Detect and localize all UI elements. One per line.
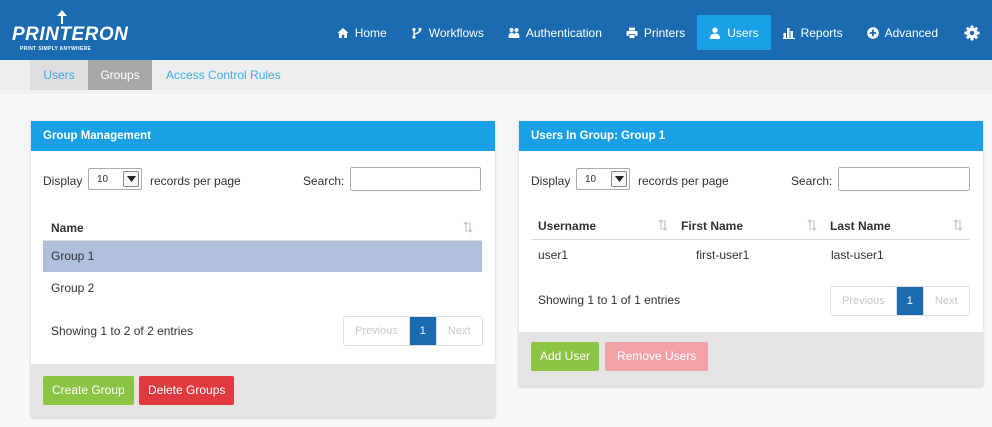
page-size-select[interactable]: 10	[88, 168, 142, 190]
add-user-button[interactable]: Add User	[531, 342, 600, 371]
table-row[interactable]: user1 first-user1 last-user1	[531, 239, 970, 271]
create-group-button[interactable]: Create Group	[43, 376, 134, 405]
dropdown-arrow	[123, 171, 139, 187]
plus-circle-icon	[866, 26, 879, 39]
logo-mark-icon	[57, 10, 67, 24]
delete-groups-button[interactable]: Delete Groups	[139, 376, 235, 405]
nav-reports-label: Reports	[800, 25, 843, 40]
users-in-group-panel: Users In Group: Group 1 Display 10 recor…	[519, 121, 983, 386]
logo-tagline: PRINT SIMPLY ANYWHERE	[20, 46, 92, 52]
next-page-button[interactable]: Next	[435, 317, 482, 345]
users-search-input[interactable]	[838, 167, 970, 191]
users-panel-footer: Add User Remove Users	[519, 332, 983, 386]
name-column-header[interactable]: Name	[51, 221, 84, 235]
settings-button[interactable]	[950, 15, 992, 50]
sort-icon[interactable]	[463, 221, 473, 233]
username-cell: user1	[538, 248, 569, 262]
table-info: Showing 1 to 2 of 2 entries	[51, 324, 194, 338]
display-label: Display	[531, 174, 571, 188]
nav-printers-label: Printers	[643, 25, 686, 40]
remove-users-button[interactable]: Remove Users	[605, 342, 709, 371]
display-label: Display	[43, 174, 83, 188]
records-per-page-label: records per page	[638, 174, 729, 188]
nav-authentication-label: Authentication	[525, 25, 602, 40]
records-per-page-label: records per page	[150, 174, 241, 188]
caret-down-icon	[127, 176, 136, 182]
previous-page-button[interactable]: Previous	[831, 287, 897, 315]
logo-wordmark: PRINTERON	[12, 24, 129, 45]
sort-icon[interactable]	[807, 219, 817, 231]
dropdown-arrow	[611, 171, 627, 187]
group-management-panel: Group Management Display 10 records per …	[31, 121, 495, 417]
tab-users[interactable]: Users	[30, 60, 88, 90]
table-row[interactable]: Group 2	[43, 272, 482, 304]
page-1-button[interactable]: 1	[896, 287, 923, 315]
user-icon	[710, 27, 721, 39]
nav-advanced[interactable]: Advanced	[855, 15, 950, 50]
nav-printers[interactable]: Printers	[614, 15, 697, 50]
nav-users-label: Users	[727, 25, 759, 40]
gear-icon	[964, 25, 980, 40]
table-info: Showing 1 to 1 of 1 entries	[538, 293, 681, 307]
tab-access-control-rules[interactable]: Access Control Rules	[166, 60, 281, 90]
search-label: Search:	[303, 174, 345, 188]
last-name-column-header[interactable]: Last Name	[830, 219, 891, 233]
next-page-button[interactable]: Next	[922, 287, 969, 315]
page-size-value: 10	[97, 174, 109, 185]
nav-workflows[interactable]: Workflows	[399, 15, 496, 50]
users-panel-title: Users In Group: Group 1	[519, 121, 983, 151]
pagination: Previous 1 Next	[830, 286, 970, 316]
page-size-select[interactable]: 10	[576, 168, 630, 190]
sub-tabs: Users Groups Access Control Rules	[0, 60, 992, 90]
caret-down-icon	[615, 176, 624, 182]
printeron-logo[interactable]: PRINTERON PRINT SIMPLY ANYWHERE	[12, 8, 132, 52]
page-size-value: 10	[585, 174, 597, 185]
nav-home[interactable]: Home	[325, 15, 399, 50]
nav-home-label: Home	[354, 25, 387, 40]
tab-groups[interactable]: Groups	[88, 60, 152, 90]
group-search-input[interactable]	[350, 167, 481, 191]
group-panel-footer: Create Group Delete Groups	[31, 364, 495, 417]
nav-advanced-label: Advanced	[884, 25, 938, 40]
sort-icon[interactable]	[658, 219, 668, 231]
previous-page-button[interactable]: Previous	[344, 317, 410, 345]
main-nav: Home Workflows Authentication Printers U…	[325, 15, 992, 50]
nav-workflows-label: Workflows	[428, 25, 484, 40]
nav-users[interactable]: Users	[697, 15, 771, 50]
table-row[interactable]: Group 1	[43, 241, 482, 272]
nav-authentication[interactable]: Authentication	[496, 15, 614, 50]
home-icon	[337, 27, 349, 38]
first-name-cell: first-user1	[696, 248, 750, 262]
authentication-icon	[508, 27, 520, 38]
last-name-cell: last-user1	[831, 248, 884, 262]
page-1-button[interactable]: 1	[409, 317, 436, 345]
sort-icon[interactable]	[953, 219, 963, 231]
pagination: Previous 1 Next	[343, 316, 483, 346]
top-navbar: PRINTERON PRINT SIMPLY ANYWHERE Home Wor…	[0, 0, 992, 60]
bar-chart-icon	[782, 27, 795, 39]
username-column-header[interactable]: Username	[538, 219, 596, 233]
nav-reports[interactable]: Reports	[771, 15, 855, 50]
printer-icon	[626, 27, 638, 39]
group-panel-title: Group Management	[31, 121, 495, 151]
group-name-cell: Group 2	[51, 281, 95, 295]
first-name-column-header[interactable]: First Name	[681, 219, 743, 233]
search-label: Search:	[791, 174, 833, 188]
group-name-cell: Group 1	[51, 249, 95, 263]
workflow-icon	[412, 27, 422, 39]
